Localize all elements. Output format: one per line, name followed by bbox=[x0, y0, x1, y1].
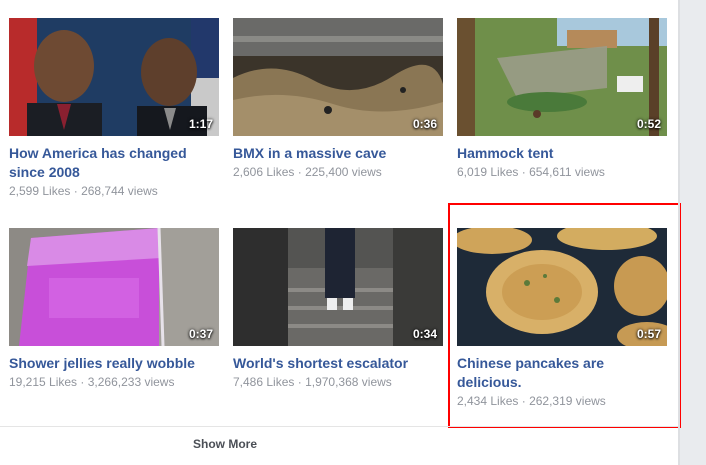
stats-separator: · bbox=[294, 165, 306, 179]
video-title-link[interactable]: Shower jellies really wobble bbox=[9, 354, 219, 373]
video-duration: 0:34 bbox=[412, 327, 437, 341]
video-thumbnail[interactable]: 0:36 bbox=[233, 18, 443, 136]
video-title-link[interactable]: How America has changed since 2008 bbox=[9, 144, 219, 182]
video-card[interactable]: 0:34 World's shortest escalator 7,486 Li… bbox=[233, 228, 443, 390]
video-stats: 2,599 Likes · 268,744 views bbox=[9, 183, 219, 199]
video-stats: 6,019 Likes · 654,611 views bbox=[457, 164, 667, 180]
video-thumbnail[interactable]: 0:34 bbox=[233, 228, 443, 346]
video-stats: 7,486 Likes · 1,970,368 views bbox=[233, 374, 443, 390]
video-duration: 0:36 bbox=[412, 117, 437, 131]
video-duration: 0:52 bbox=[636, 117, 661, 131]
panel-edge-divider bbox=[678, 0, 680, 465]
video-card[interactable]: 0:52 Hammock tent 6,019 Likes · 654,611 … bbox=[457, 18, 667, 180]
video-thumbnail[interactable]: 0:52 bbox=[457, 18, 667, 136]
video-likes: 19,215 Likes bbox=[9, 375, 78, 389]
video-duration: 0:37 bbox=[188, 327, 213, 341]
video-thumbnail[interactable]: 0:37 bbox=[9, 228, 219, 346]
video-card[interactable]: 0:36 BMX in a massive cave 2,606 Likes ·… bbox=[233, 18, 443, 180]
video-stats: 2,606 Likes · 225,400 views bbox=[233, 164, 443, 180]
video-likes: 6,019 Likes bbox=[457, 165, 519, 179]
video-card[interactable]: 1:17 How America has changed since 2008 … bbox=[9, 18, 219, 199]
video-card[interactable]: 0:37 Shower jellies really wobble 19,215… bbox=[9, 228, 219, 390]
video-likes: 7,486 Likes bbox=[233, 375, 295, 389]
stats-separator: · bbox=[518, 165, 530, 179]
thumbnail-image-hammock-tent bbox=[457, 18, 667, 136]
video-views: 654,611 views bbox=[529, 165, 605, 179]
thumbnail-image-obama bbox=[9, 18, 219, 136]
show-more-link[interactable]: Show More bbox=[193, 437, 257, 451]
video-title-link[interactable]: Hammock tent bbox=[457, 144, 667, 163]
video-grid-panel: 1:17 How America has changed since 2008 … bbox=[0, 0, 681, 465]
thumbnail-image-shower-jelly bbox=[9, 228, 219, 346]
video-views: 1,970,368 views bbox=[305, 375, 392, 389]
thumbnail-image-bmx-cave bbox=[233, 18, 443, 136]
video-views: 225,400 views bbox=[305, 165, 382, 179]
video-likes: 2,606 Likes bbox=[233, 165, 295, 179]
stats-separator: · bbox=[294, 375, 306, 389]
video-likes: 2,599 Likes bbox=[9, 184, 71, 198]
selection-highlight-box bbox=[448, 203, 681, 428]
video-stats: 19,215 Likes · 3,266,233 views bbox=[9, 374, 219, 390]
video-views: 3,266,233 views bbox=[87, 375, 175, 389]
thumbnail-image-escalator bbox=[233, 228, 443, 346]
video-thumbnail[interactable]: 1:17 bbox=[9, 18, 219, 136]
stats-separator: · bbox=[70, 184, 82, 198]
video-views: 268,744 views bbox=[81, 184, 158, 198]
divider bbox=[0, 426, 678, 427]
stats-separator: · bbox=[77, 375, 88, 389]
video-duration: 1:17 bbox=[188, 117, 213, 131]
video-title-link[interactable]: World's shortest escalator bbox=[233, 354, 443, 373]
video-title-link[interactable]: BMX in a massive cave bbox=[233, 144, 443, 163]
